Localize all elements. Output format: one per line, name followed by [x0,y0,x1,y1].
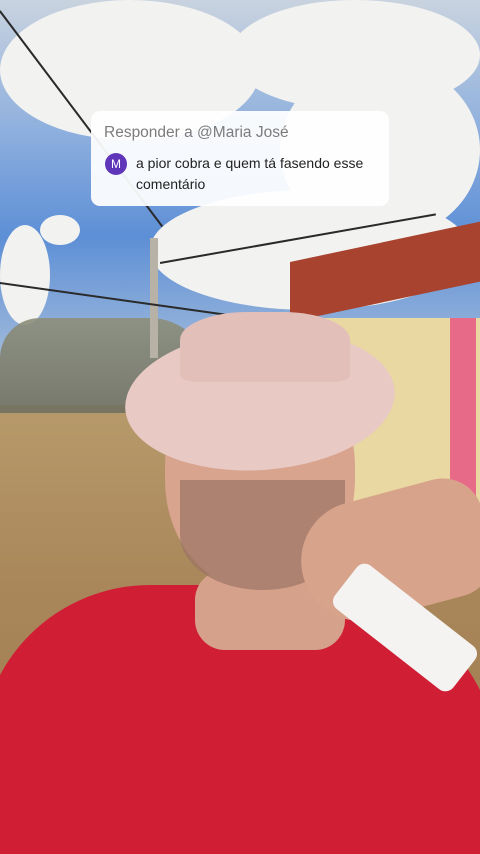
hat-crown [180,312,350,382]
cloud [0,225,50,325]
commenter-avatar: M [105,153,127,175]
cloud [40,215,80,245]
reply-comment-card[interactable]: Responder a @Maria José M a pior cobra e… [91,111,389,206]
utility-pole [150,238,158,358]
reply-header: Responder a @Maria José [104,124,289,141]
comment-text: a pior cobra e quem tá fasendo esse come… [136,155,364,192]
